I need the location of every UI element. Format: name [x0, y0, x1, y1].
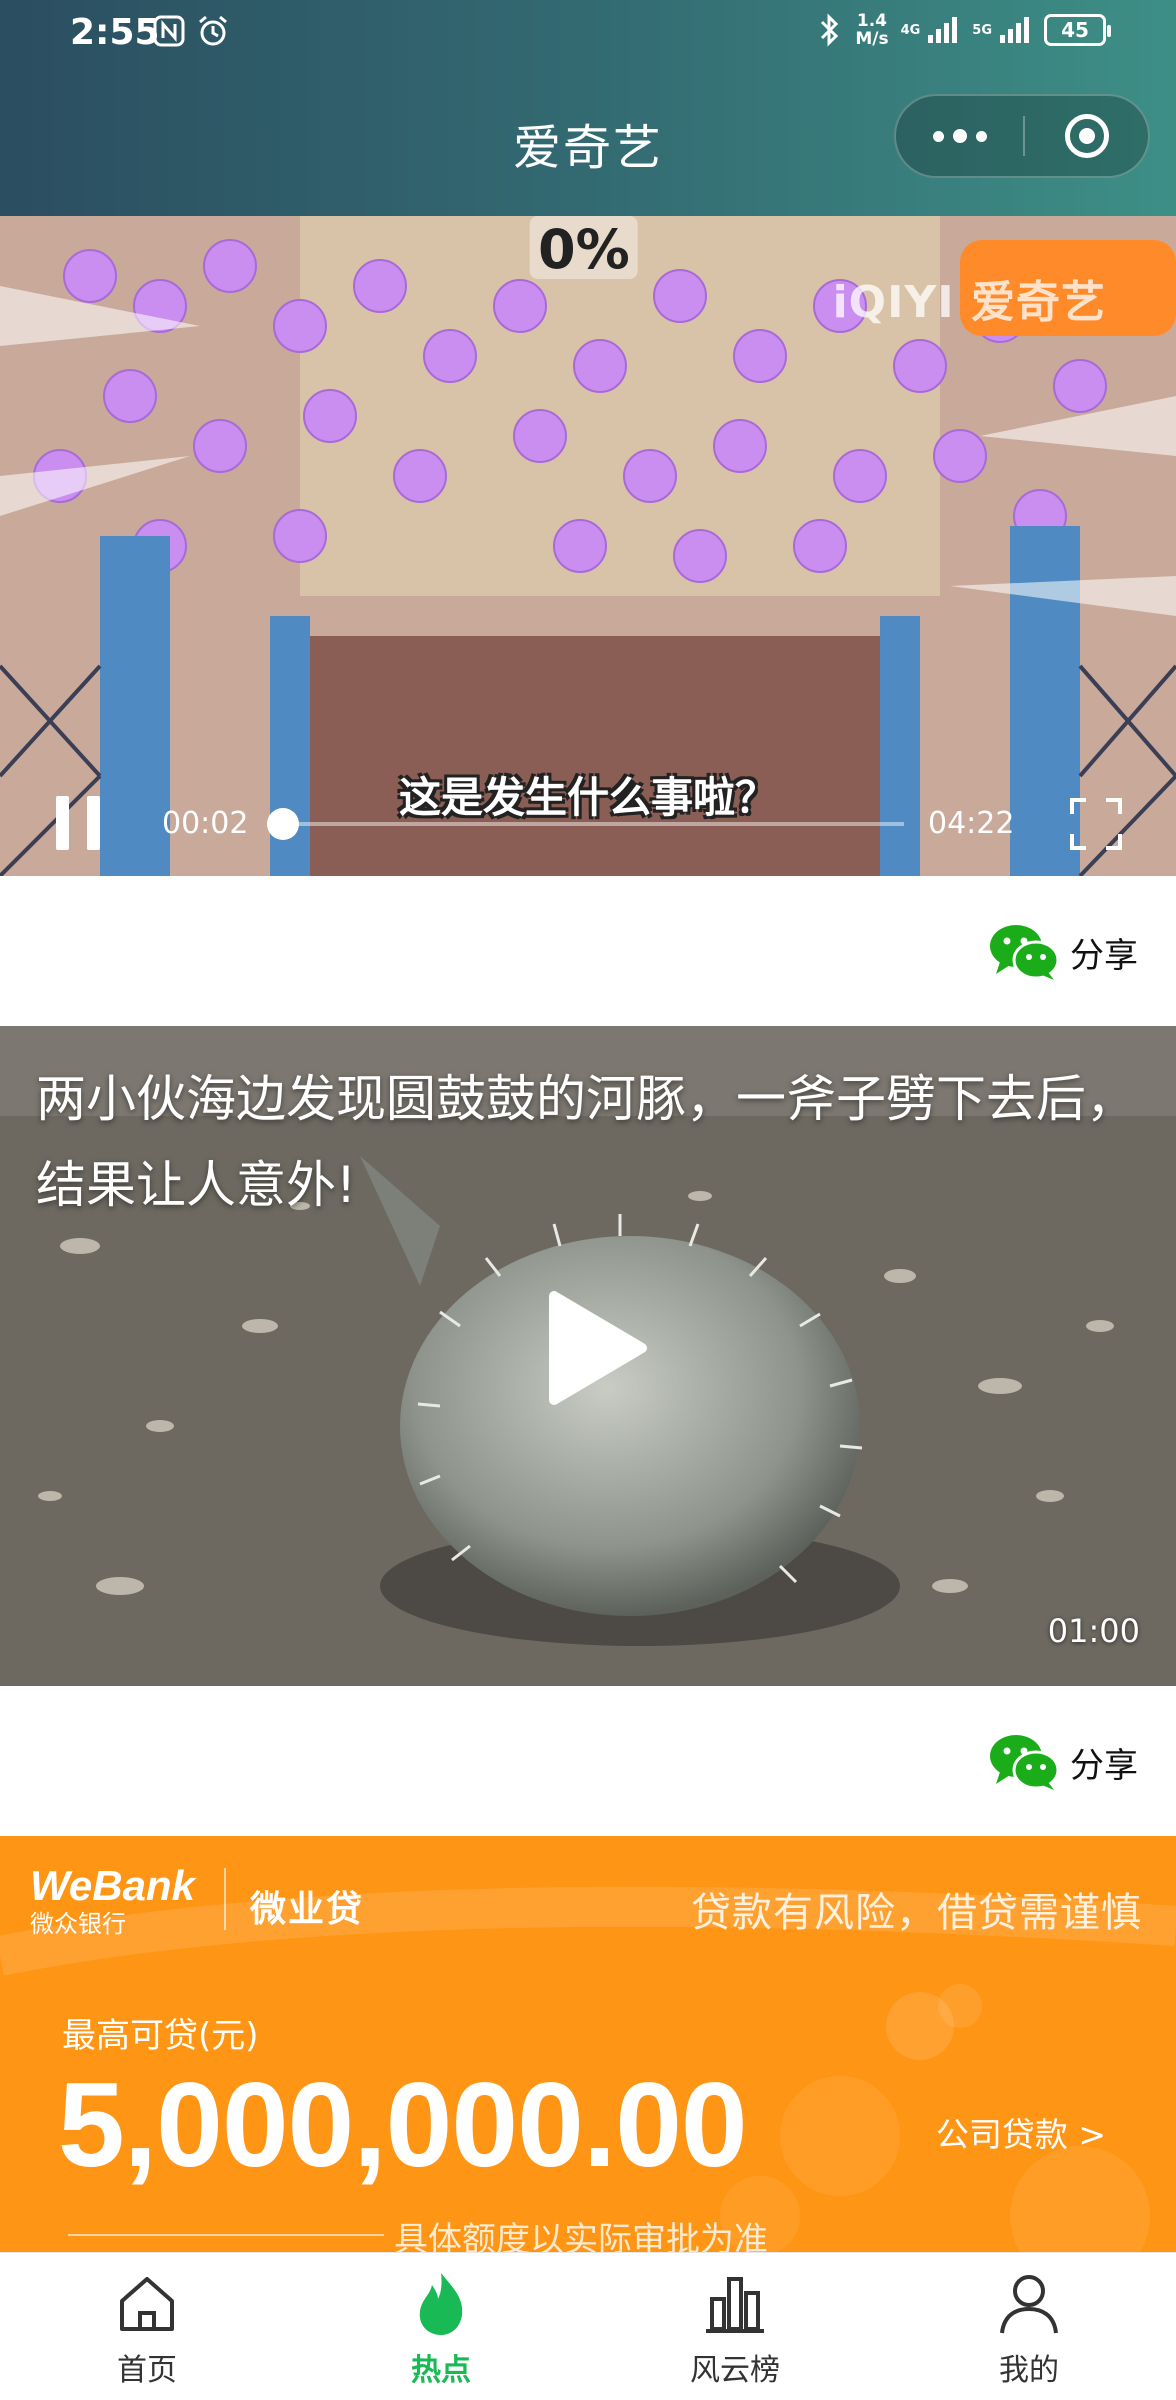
- progress-bar[interactable]: [267, 808, 904, 840]
- company-loan-link[interactable]: 公司贷款 >: [936, 2108, 1106, 2156]
- status-time: 2:55: [70, 12, 160, 53]
- status-bar: 2:55 1.4 M/s 4G 5G 45: [0, 0, 1176, 70]
- top-header: 2:55 1.4 M/s 4G 5G 45 爱奇艺: [0, 0, 1176, 216]
- overlay-percent-text: %0: [530, 216, 638, 279]
- user-icon: [1000, 2275, 1058, 2334]
- share-row-2: 分享: [0, 1686, 1176, 1836]
- progress-thumb[interactable]: [267, 808, 299, 840]
- iqiyi-watermark: iQIYI 爱奇艺: [832, 277, 1106, 328]
- signal-4g-label: 4G: [900, 22, 921, 38]
- signal-5g-label: 5G: [972, 22, 992, 38]
- bluetooth-icon: [821, 13, 839, 47]
- video-title[interactable]: 两小伙海边发现圆鼓鼓的河豚，一斧子劈下去后，结果让人意外!: [36, 1056, 1136, 1228]
- home-icon: [120, 2277, 174, 2331]
- nav-label-mine: 我的: [999, 2353, 1059, 2388]
- approval-note-divider: [68, 2234, 384, 2236]
- logo-divider: [224, 1868, 226, 1930]
- bottom-nav: 首页 热点 风云榜 我的: [0, 2252, 1176, 2400]
- webank-ad-banner[interactable]: WeBank 微众银行 微业贷 贷款有风险，借贷需谨慎 最高可贷(元) 5,00…: [0, 1836, 1176, 2252]
- ranking-chart-icon: [706, 2277, 764, 2333]
- status-icons-left: [152, 14, 230, 48]
- share-button[interactable]: 分享: [988, 1732, 1138, 1792]
- more-dots-icon[interactable]: [896, 96, 1023, 176]
- share-button[interactable]: 分享: [988, 922, 1138, 982]
- total-time: 04:22: [928, 806, 1015, 841]
- nav-item-home[interactable]: 首页: [0, 2253, 294, 2400]
- current-time: 00:02: [162, 806, 249, 841]
- signal-4g-icon: [928, 17, 958, 43]
- max-loan-label: 最高可贷(元): [62, 2016, 259, 2056]
- nav-label-home: 首页: [117, 2353, 177, 2388]
- share-label: 分享: [1070, 935, 1138, 976]
- nfc-icon: [153, 15, 185, 47]
- max-loan-amount: 5,000,000.00: [58, 2058, 748, 2192]
- battery-indicator: 45: [1044, 14, 1111, 46]
- network-speed: 1.4 M/s: [855, 11, 889, 49]
- share-label: 分享: [1070, 1745, 1138, 1786]
- risk-warning: 贷款有风险，借贷需谨慎: [691, 1890, 1142, 1936]
- fullscreen-icon[interactable]: [1068, 796, 1124, 852]
- flame-icon: [419, 2273, 463, 2335]
- play-icon[interactable]: [540, 1288, 650, 1408]
- video-thumbnail[interactable]: 两小伙海边发现圆鼓鼓的河豚，一斧子劈下去后，结果让人意外! 01:00: [0, 1026, 1176, 1686]
- video-controls: 00:02 04:22: [0, 766, 1176, 876]
- signal-5g-icon: [1000, 17, 1029, 43]
- miniprogram-capsule: [894, 94, 1150, 178]
- nav-item-mine[interactable]: 我的: [882, 2253, 1176, 2400]
- webank-logo: WeBank 微众银行: [30, 1862, 195, 1938]
- share-row-1: 分享: [0, 876, 1176, 1026]
- nav-item-ranking[interactable]: 风云榜: [588, 2253, 882, 2400]
- video-duration: 01:00: [1047, 1612, 1140, 1650]
- wechat-icon: [990, 1735, 1060, 1790]
- product-name: 微业贷: [250, 1889, 365, 1930]
- pause-button[interactable]: [56, 796, 100, 850]
- nav-item-hot[interactable]: 热点: [294, 2253, 588, 2400]
- video-player-playing[interactable]: %0 iQIYI 爱奇艺 这是发生什么事啦？ 00:02 04:22: [0, 216, 1176, 876]
- nav-label-hot: 热点: [411, 2353, 471, 2388]
- wechat-icon: [990, 925, 1060, 980]
- approval-note: 具体额度以实际审批为准: [394, 2220, 768, 2252]
- status-icons-right: 1.4 M/s 4G 5G 45: [817, 11, 1111, 49]
- nav-label-ranking: 风云榜: [690, 2353, 780, 2388]
- alarm-icon: [199, 15, 227, 46]
- target-close-icon[interactable]: [1025, 114, 1148, 158]
